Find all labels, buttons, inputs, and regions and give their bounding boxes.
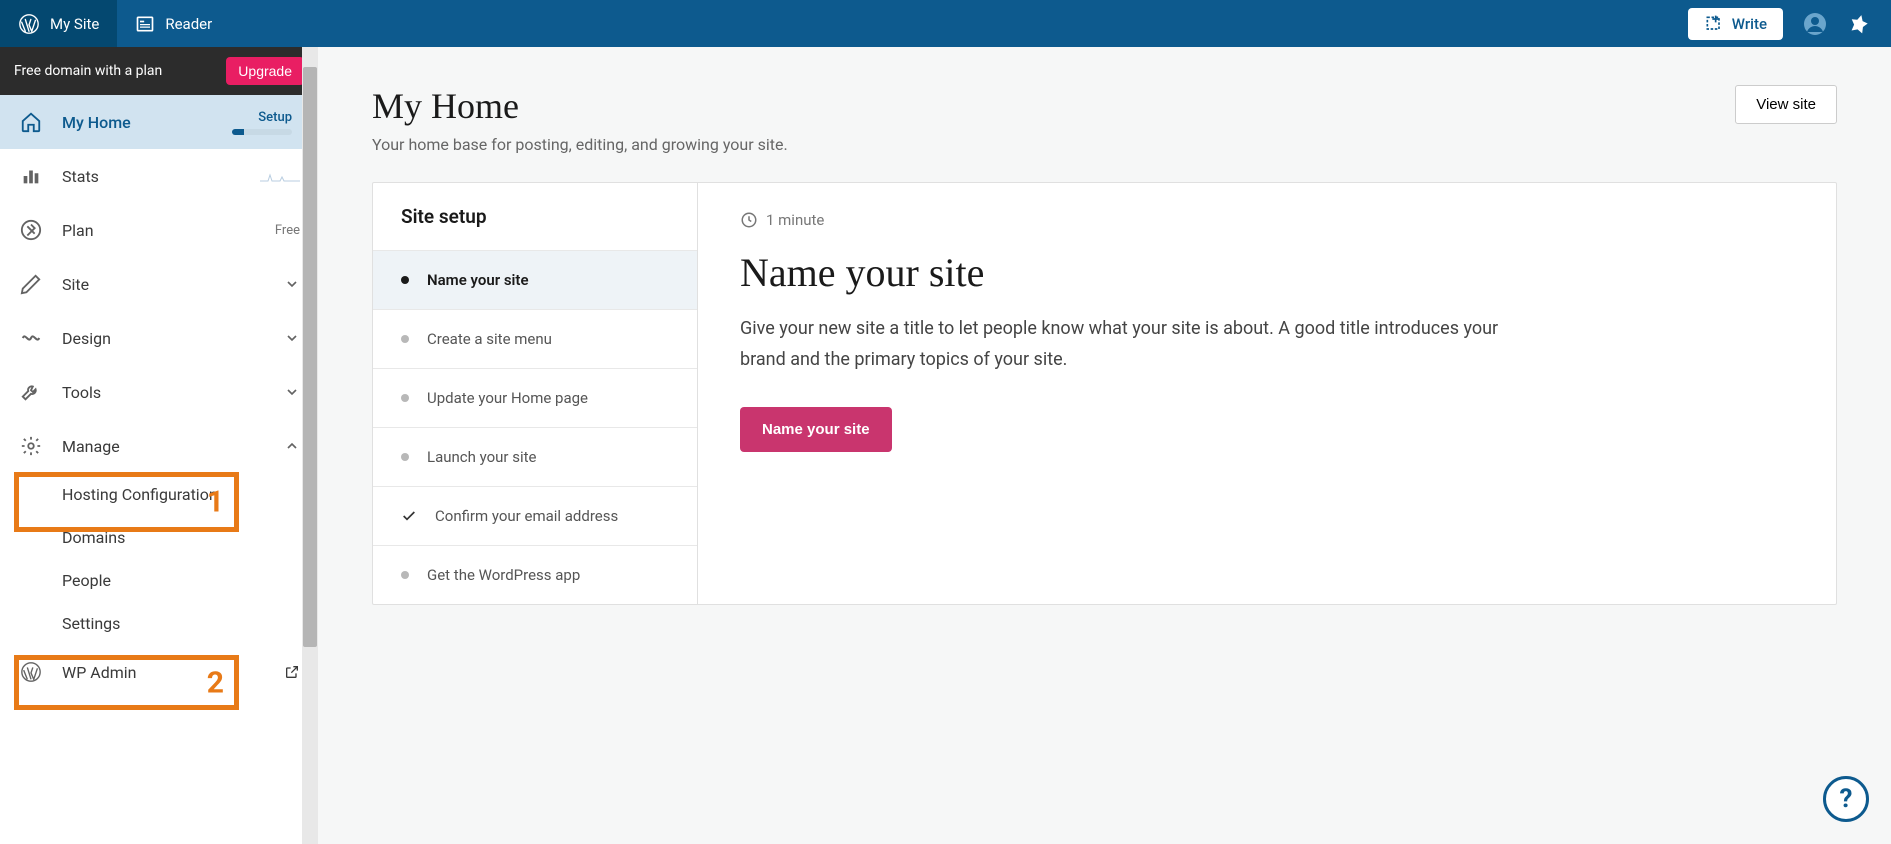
sidebar-item-my-home[interactable]: My Home Setup [0,95,318,149]
setup-item-label: Launch your site [427,448,537,466]
page-subtitle: Your home base for posting, editing, and… [372,135,788,154]
wordpress-icon [18,659,44,685]
detail-title: Name your site [740,249,1794,296]
pencil-icon [18,271,44,297]
setup-item-launch-site[interactable]: Launch your site [373,427,697,486]
time-estimate: 1 minute [766,211,824,229]
wordpress-logo-icon [18,13,40,35]
dot-icon [401,571,409,579]
profile-icon[interactable] [1803,12,1827,36]
setup-item-label: Name your site [427,271,529,289]
setup-item-label: Get the WordPress app [427,566,580,584]
dot-icon [401,335,409,343]
site-setup-header: Site setup [373,183,697,250]
notifications-icon[interactable] [1847,12,1871,36]
sidebar-item-tools[interactable]: Tools [0,365,318,419]
dot-icon [401,276,409,284]
chevron-down-icon [284,384,300,400]
home-icon [18,109,44,135]
help-button[interactable]: ? [1823,776,1869,822]
setup-detail-panel: 1 minute Name your site Give your new si… [698,183,1836,604]
check-icon [401,508,417,524]
sidebar-plan-label: Plan [62,221,275,240]
setup-item-update-home[interactable]: Update your Home page [373,368,697,427]
setup-badge: Setup [232,110,292,135]
design-icon [18,325,44,351]
scrollbar-thumb[interactable] [303,67,317,647]
wrench-icon [18,379,44,405]
setup-item-label: Update your Home page [427,389,588,407]
sidebar-item-plan[interactable]: Plan Free [0,203,318,257]
detail-description: Give your new site a title to let people… [740,314,1500,375]
setup-item-create-menu[interactable]: Create a site menu [373,309,697,368]
sidebar-scrollbar[interactable] [302,47,318,844]
sidebar-item-stats[interactable]: Stats [0,149,318,203]
setup-item-name-site[interactable]: Name your site [373,250,697,309]
sidebar-item-design[interactable]: Design [0,311,318,365]
site-setup-panel: Site setup Name your site Create a site … [373,183,698,604]
upgrade-button[interactable]: Upgrade [226,57,304,85]
topbar: My Site Reader Write [0,0,1891,47]
setup-item-label: Create a site menu [427,330,552,348]
gear-icon [18,433,44,459]
dot-icon [401,394,409,402]
plan-icon [18,217,44,243]
topbar-my-site-label: My Site [50,15,99,33]
sidebar: Free domain with a plan Upgrade My Home … [0,47,318,844]
stats-sparkline-icon [260,169,300,183]
write-label: Write [1732,15,1767,33]
plan-tag: Free [275,223,300,238]
promo-bar: Free domain with a plan Upgrade [0,47,318,95]
topbar-my-site[interactable]: My Site [0,0,117,47]
sidebar-design-label: Design [62,329,284,348]
sidebar-sub-people[interactable]: People [0,559,318,602]
page-title: My Home [372,85,788,127]
chevron-down-icon [284,276,300,292]
sidebar-item-wp-admin[interactable]: WP Admin [0,645,318,699]
write-icon [1704,14,1724,34]
sidebar-sub-settings[interactable]: Settings [0,602,318,645]
view-site-button[interactable]: View site [1735,85,1837,124]
sidebar-manage-label: Manage [62,437,284,456]
name-your-site-button[interactable]: Name your site [740,407,892,452]
sidebar-sub-hosting[interactable]: Hosting Configuration [0,473,318,516]
reader-icon [135,14,155,34]
setup-item-confirm-email[interactable]: Confirm your email address [373,486,697,545]
promo-text: Free domain with a plan [14,63,162,79]
sidebar-item-manage[interactable]: Manage [0,419,318,473]
topbar-reader[interactable]: Reader [117,0,230,47]
dot-icon [401,453,409,461]
sidebar-tools-label: Tools [62,383,284,402]
topbar-reader-label: Reader [165,15,212,33]
stats-icon [18,163,44,189]
clock-icon [740,211,758,229]
chevron-up-icon [284,438,300,454]
sidebar-item-site[interactable]: Site [0,257,318,311]
sidebar-wp-admin-label: WP Admin [62,663,284,682]
external-link-icon [284,664,300,680]
chevron-down-icon [284,330,300,346]
sidebar-site-label: Site [62,275,284,294]
sidebar-my-home-label: My Home [62,113,232,132]
question-icon: ? [1840,784,1853,814]
main-content: My Home Your home base for posting, edit… [318,47,1891,844]
setup-item-get-app[interactable]: Get the WordPress app [373,545,697,604]
setup-item-label: Confirm your email address [435,507,618,525]
write-button[interactable]: Write [1688,8,1783,40]
sidebar-sub-domains[interactable]: Domains [0,516,318,559]
sidebar-stats-label: Stats [62,167,260,186]
